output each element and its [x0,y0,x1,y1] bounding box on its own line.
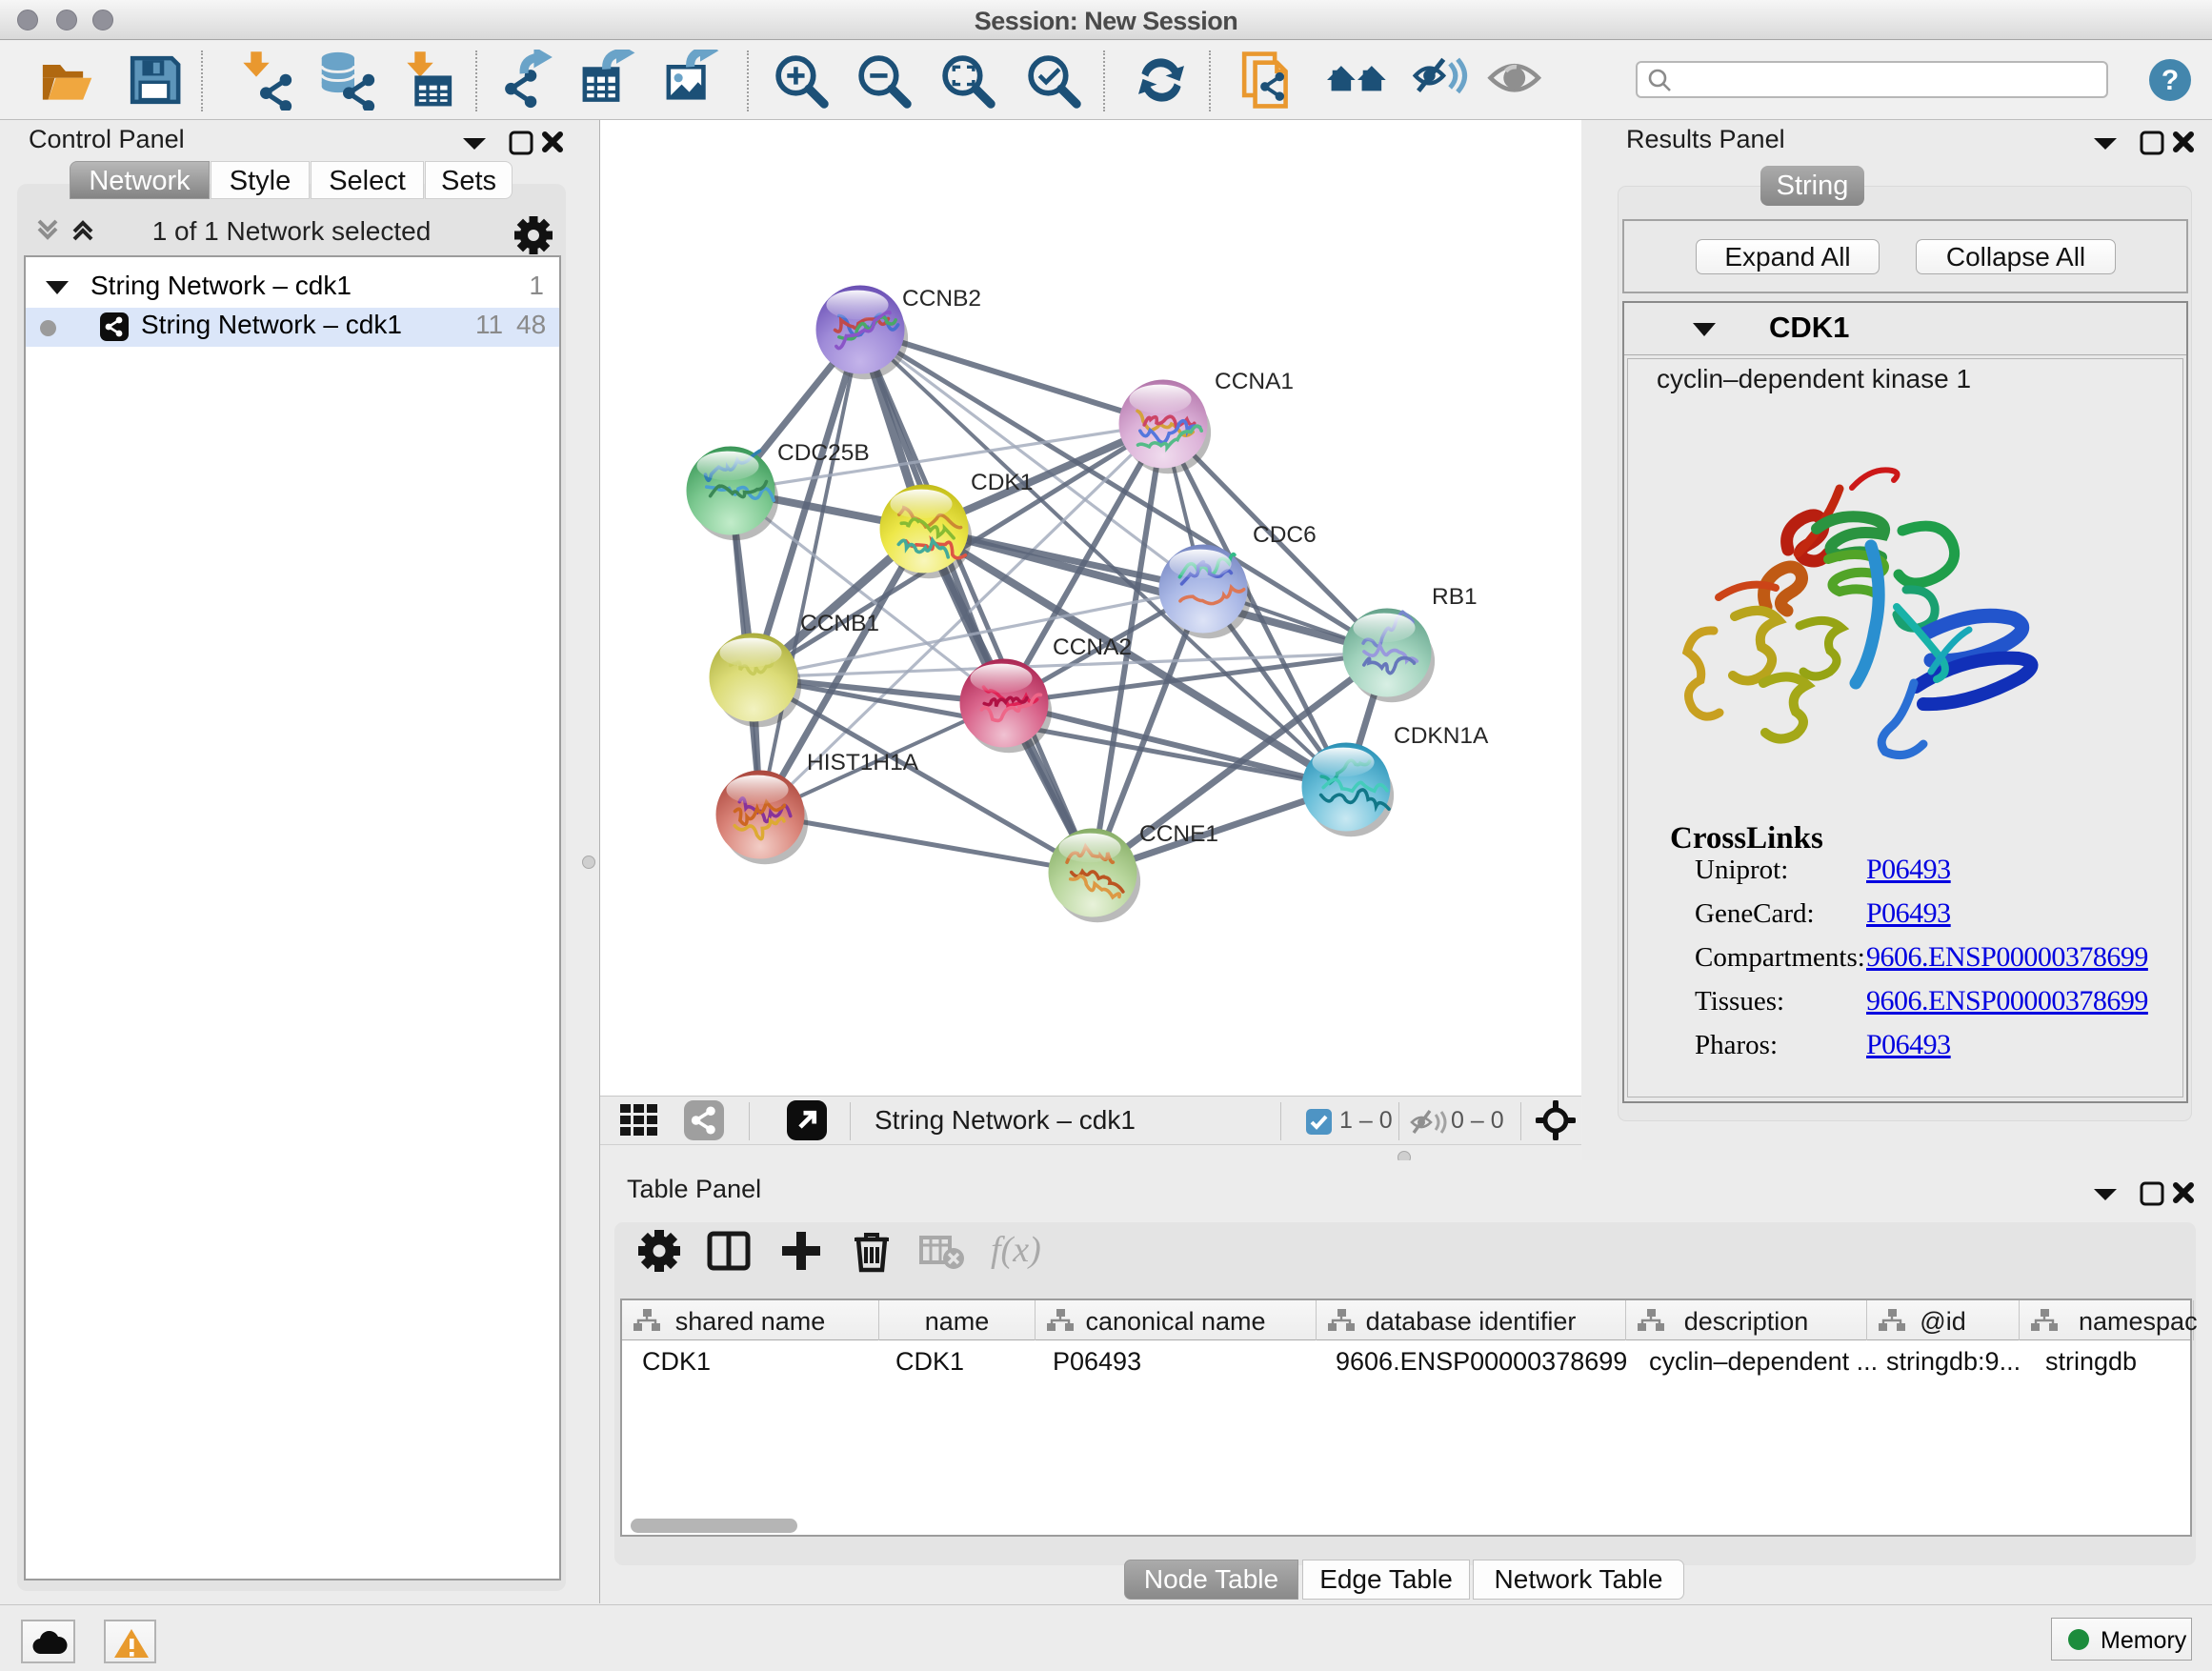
svg-text:CCNA1: CCNA1 [1215,369,1294,394]
svg-text:RB1: RB1 [1432,584,1478,610]
svg-text:CDC25B: CDC25B [777,440,870,466]
svg-text:CCNB1: CCNB1 [800,611,879,636]
svg-text:CCNB2: CCNB2 [902,286,981,312]
svg-text:CDC6: CDC6 [1253,522,1317,548]
svg-text:HIST1H1A: HIST1H1A [807,750,919,775]
svg-text:CDKN1A: CDKN1A [1394,723,1489,749]
svg-text:CCNA2: CCNA2 [1053,634,1132,660]
svg-text:?: ? [2162,65,2179,96]
svg-text:CCNE1: CCNE1 [1139,821,1218,847]
svg-text:CDK1: CDK1 [971,470,1033,495]
